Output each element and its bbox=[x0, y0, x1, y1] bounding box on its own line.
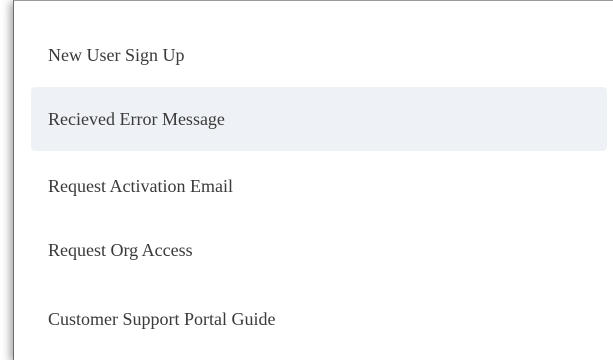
menu-item-customer-support-portal-guide[interactable]: Customer Support Portal Guide bbox=[31, 287, 607, 351]
menu-item-label: Request Activation Email bbox=[48, 175, 233, 196]
menu-item-request-activation-email[interactable]: Request Activation Email bbox=[31, 154, 607, 218]
menu-item-new-user-sign-up[interactable]: New User Sign Up bbox=[31, 23, 607, 87]
menu-item-request-org-access[interactable]: Request Org Access bbox=[31, 218, 607, 282]
menu-item-label: Customer Support Portal Guide bbox=[48, 308, 276, 329]
menu-item-label: Request Org Access bbox=[48, 239, 193, 260]
menu-item-label: Recieved Error Message bbox=[48, 108, 225, 129]
menu-item-recieved-error-message[interactable]: Recieved Error Message bbox=[31, 87, 607, 151]
menu-item-label: New User Sign Up bbox=[48, 44, 185, 65]
dropdown-menu: New User Sign Up Recieved Error Message … bbox=[13, 0, 613, 360]
